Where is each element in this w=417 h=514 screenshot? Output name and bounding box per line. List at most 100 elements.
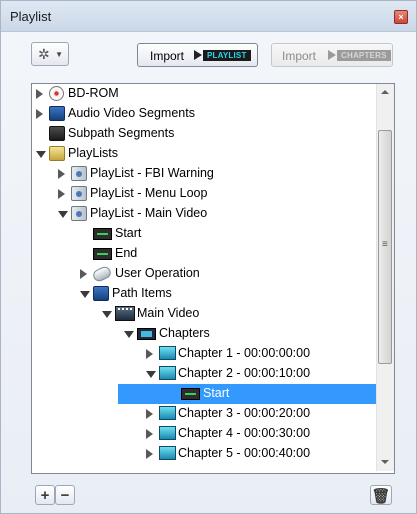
scroll-down-button[interactable] — [377, 454, 394, 471]
tree-item-label: Main Video — [137, 306, 200, 320]
tree-row[interactable]: Chapter 5 - 00:00:40:00 — [32, 444, 377, 464]
minus-icon: − — [60, 487, 70, 504]
playlist-panel: Playlist × ✲ ▼ Import PLAYLIST Import CH… — [0, 0, 417, 514]
tree-item-label: BD-ROM — [68, 86, 119, 100]
tree-item-label: User Operation — [115, 266, 200, 280]
disc-icon — [49, 86, 64, 101]
tree-item-label: PlayList - FBI Warning — [90, 166, 214, 180]
tree-item-label: End — [115, 246, 138, 260]
vertical-scrollbar[interactable] — [376, 84, 394, 471]
tree-item-label: Chapter 4 - 00:00:30:00 — [178, 426, 311, 440]
mark-icon — [93, 228, 112, 240]
gear-icon: ✲ — [38, 46, 50, 62]
expand-open-icon[interactable] — [80, 291, 90, 298]
playlist-tree[interactable]: BD-ROM Audio Video Segments Subpath Segmen… — [31, 83, 395, 474]
chapter-icon — [159, 366, 176, 380]
import-chapters-button[interactable]: Import CHAPTERS — [271, 43, 393, 67]
scroll-thumb[interactable] — [378, 130, 392, 364]
tree-row[interactable]: PlayList - Menu Loop — [32, 184, 377, 204]
tree-item-label: PlayLists — [68, 146, 119, 160]
folder-icon — [49, 146, 65, 161]
import-chapters-label: Import — [282, 49, 317, 63]
expand-closed-icon[interactable] — [146, 409, 153, 419]
tree-row[interactable]: BD-ROM — [32, 84, 377, 104]
chapter-icon — [159, 346, 176, 360]
plus-icon: + — [40, 487, 50, 504]
user-operation-icon — [91, 264, 113, 284]
bottom-toolbar: + − 🗑 — [1, 473, 416, 513]
expand-open-icon[interactable] — [102, 311, 112, 318]
trash-icon: 🗑 — [371, 488, 391, 505]
tree-item-label: Chapter 5 - 00:00:40:00 — [178, 446, 311, 460]
chapters-icon — [137, 328, 156, 340]
tree-item-label: Chapters — [159, 326, 210, 340]
arrow-right-icon — [194, 50, 202, 60]
folder-icon — [49, 126, 65, 141]
panel-titlebar: Playlist × — [1, 1, 416, 32]
playlist-icon — [71, 186, 87, 201]
tree-item-label: Chapter 2 - 00:00:10:00 — [178, 366, 311, 380]
expand-closed-icon[interactable] — [146, 449, 153, 459]
tree-row[interactable]: Chapter 1 - 00:00:00:00 — [32, 344, 377, 364]
tree-item-label: Start — [203, 386, 230, 400]
expand-open-icon[interactable] — [36, 151, 46, 158]
expand-closed-icon[interactable] — [58, 189, 65, 199]
playlist-icon — [71, 166, 87, 181]
tree-row[interactable]: Chapter 3 - 00:00:20:00 — [32, 404, 377, 424]
expand-open-icon[interactable] — [124, 331, 134, 338]
remove-button[interactable]: − — [55, 485, 75, 505]
tree-item-label: Subpath Segments — [68, 126, 175, 140]
mark-icon — [93, 248, 112, 260]
options-menu-button[interactable]: ✲ ▼ — [31, 42, 69, 66]
tree-item-label: Audio Video Segments — [68, 106, 195, 120]
chapter-icon — [159, 406, 176, 420]
tree-row[interactable]: Audio Video Segments — [32, 104, 377, 124]
folder-icon — [93, 286, 109, 301]
tree-row[interactable]: PlayList - FBI Warning — [32, 164, 377, 184]
expand-closed-icon[interactable] — [80, 269, 87, 279]
expand-closed-icon[interactable] — [146, 349, 153, 359]
toolbar: ✲ ▼ Import PLAYLIST Import CHAPTERS — [1, 32, 416, 82]
arrow-right-icon — [328, 50, 336, 60]
chevron-down-icon: ▼ — [55, 50, 63, 59]
tree-item-label: Start — [115, 226, 142, 240]
tree-row[interactable]: Main Video — [32, 304, 377, 324]
import-playlist-button[interactable]: Import PLAYLIST — [137, 43, 258, 67]
playlist-tag: PLAYLIST — [203, 50, 251, 61]
chapter-icon — [159, 426, 176, 440]
expand-closed-icon[interactable] — [58, 169, 65, 179]
chapters-tag: CHAPTERS — [337, 50, 391, 61]
mark-icon — [181, 388, 200, 400]
scroll-up-button[interactable] — [377, 84, 394, 101]
tree-row[interactable]: PlayLists — [32, 144, 377, 164]
expand-open-icon[interactable] — [58, 211, 68, 218]
tree-item-label: Chapter 3 - 00:00:20:00 — [178, 406, 311, 420]
tree-row[interactable]: Start — [118, 384, 377, 404]
expand-closed-icon[interactable] — [36, 89, 43, 99]
tree-row[interactable]: End — [32, 244, 377, 264]
tree-row[interactable]: User Operation — [32, 264, 377, 284]
tree-row[interactable]: Subpath Segments — [32, 124, 377, 144]
tree-row[interactable]: PlayList - Main Video — [32, 204, 377, 224]
import-playlist-label: Import — [150, 49, 185, 63]
tree-row[interactable]: Chapter 4 - 00:00:30:00 — [32, 424, 377, 444]
chapter-icon — [159, 446, 176, 460]
tree-row[interactable]: Start — [32, 224, 377, 244]
tree-row[interactable]: Chapter 2 - 00:00:10:00 — [32, 364, 377, 384]
tree-item-label: PlayList - Menu Loop — [90, 186, 208, 200]
tree-row[interactable]: Path Items — [32, 284, 377, 304]
expand-closed-icon[interactable] — [36, 109, 43, 119]
tree-item-label: PlayList - Main Video — [90, 206, 208, 220]
expand-closed-icon[interactable] — [146, 429, 153, 439]
panel-title: Playlist — [10, 9, 52, 24]
playlist-icon — [71, 206, 87, 221]
folder-icon — [49, 106, 65, 121]
close-icon[interactable]: × — [394, 10, 408, 24]
tree-item-label: Path Items — [112, 286, 172, 300]
tree-item-label: Chapter 1 - 00:00:00:00 — [178, 346, 311, 360]
delete-button[interactable]: 🗑 — [370, 485, 392, 505]
add-button[interactable]: + — [35, 485, 55, 505]
expand-open-icon[interactable] — [146, 371, 156, 378]
tree-row[interactable]: Chapters — [32, 324, 377, 344]
movie-icon — [115, 306, 135, 321]
